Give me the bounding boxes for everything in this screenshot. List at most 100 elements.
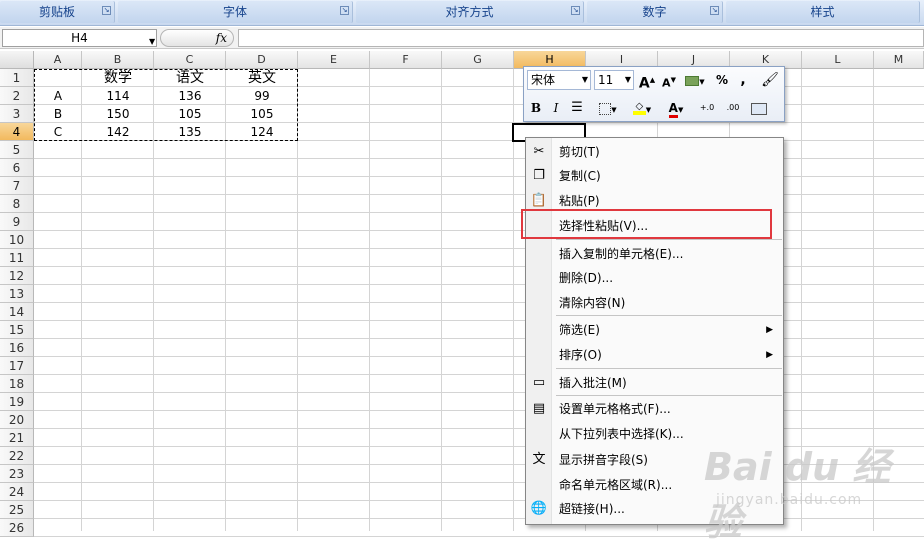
row-header-13[interactable]: 13 <box>0 285 34 303</box>
row-header-6[interactable]: 6 <box>0 159 34 177</box>
row-header-14[interactable]: 14 <box>0 303 34 321</box>
decrease-decimal-button[interactable]: .00 <box>722 98 744 118</box>
ribbon-group-label: 数字 <box>642 5 667 19</box>
ribbon-group-clipboard[interactable]: 剪贴板 ↘ <box>0 1 115 23</box>
row-header-7[interactable]: 7 <box>0 177 34 195</box>
row-header-2[interactable]: 2 <box>0 87 34 105</box>
dialog-launcher-icon[interactable]: ↘ <box>710 6 719 15</box>
ribbon-group-label: 对齐方式 <box>445 5 494 19</box>
gridline <box>369 69 370 531</box>
fill-color-button[interactable]: ◇ ▼ <box>628 98 656 118</box>
column-header-b[interactable]: B <box>82 51 154 69</box>
dialog-launcher-icon[interactable]: ↘ <box>102 6 111 15</box>
row-header-8[interactable]: 8 <box>0 195 34 213</box>
grow-font-button[interactable]: A▲ <box>638 70 656 92</box>
dialog-launcher-icon[interactable]: ↘ <box>571 6 580 15</box>
chevron-down-icon[interactable]: ▼ <box>149 34 155 50</box>
percent-button[interactable]: % <box>714 70 730 90</box>
row-header-16[interactable]: 16 <box>0 339 34 357</box>
column-header-e[interactable]: E <box>298 51 370 69</box>
column-header-a[interactable]: A <box>34 51 82 69</box>
gridline <box>34 410 924 411</box>
menu-item[interactable]: 清除内容(N) <box>526 291 783 315</box>
select-all-corner[interactable] <box>0 51 34 69</box>
row-header-24[interactable]: 24 <box>0 483 34 501</box>
row-header-22[interactable]: 22 <box>0 447 34 465</box>
column-header-c[interactable]: C <box>154 51 226 69</box>
gridline <box>34 374 924 375</box>
column-header-m[interactable]: M <box>874 51 924 69</box>
mini-toolbar: 宋体 ▼ 11 ▼ A▲ A▼ ▼ % , 🖌 B I ☰ ▼ ◇ ▼ A▼ +.… <box>523 66 785 122</box>
gridline <box>34 320 924 321</box>
ribbon-group-styles[interactable]: 样式 <box>726 1 920 23</box>
merge-center-button[interactable] <box>748 98 770 118</box>
row-header-4[interactable]: 4 <box>0 123 34 141</box>
row-header-19[interactable]: 19 <box>0 393 34 411</box>
row-header-17[interactable]: 17 <box>0 357 34 375</box>
row-header-15[interactable]: 15 <box>0 321 34 339</box>
name-box[interactable]: H4 ▼ <box>2 29 157 47</box>
menu-item-label: 显示拼音字段(S) <box>559 453 648 467</box>
column-header-d[interactable]: D <box>226 51 298 69</box>
insert-function-button[interactable]: fx <box>160 29 234 47</box>
grow-font-icon: A <box>638 75 650 92</box>
bold-button[interactable]: B <box>528 98 544 118</box>
column-header-g[interactable]: G <box>442 51 514 69</box>
increase-decimal-button[interactable]: +.0 <box>696 98 718 118</box>
gridline <box>34 212 924 213</box>
menu-item-label: 排序(O) <box>559 348 602 362</box>
menu-item[interactable]: ❐ 复制(C) <box>526 164 783 188</box>
row-header-20[interactable]: 20 <box>0 411 34 429</box>
row-header-3[interactable]: 3 <box>0 105 34 123</box>
menu-item[interactable]: ✂ 剪切(T) <box>526 140 783 164</box>
scissors-icon: ✂ <box>533 144 545 159</box>
row-header-5[interactable]: 5 <box>0 141 34 159</box>
menu-item[interactable]: ▭ 插入批注(M) <box>526 371 783 395</box>
accounting-format-button[interactable]: ▼ <box>682 70 708 90</box>
borders-icon <box>599 102 612 115</box>
row-header-1[interactable]: 1 <box>0 69 34 87</box>
row-header-9[interactable]: 9 <box>0 213 34 231</box>
menu-separator <box>556 239 782 240</box>
shrink-font-button[interactable]: A▼ <box>660 70 678 90</box>
menu-item[interactable]: 删除(D)... <box>526 266 783 290</box>
column-header-f[interactable]: F <box>370 51 442 69</box>
italic-button[interactable]: I <box>548 98 564 118</box>
row-header-11[interactable]: 11 <box>0 249 34 267</box>
font-size-dropdown[interactable]: 11 ▼ <box>594 70 634 90</box>
row-header-10[interactable]: 10 <box>0 231 34 249</box>
font-color-button[interactable]: A▼ <box>662 98 690 118</box>
name-box-value: H4 <box>71 31 88 45</box>
menu-item[interactable]: 排序(O) ▶ <box>526 343 783 367</box>
menu-item-label: 剪切(T) <box>559 145 600 159</box>
comma-button[interactable]: , <box>736 70 750 90</box>
dialog-launcher-icon[interactable]: ↘ <box>340 6 349 15</box>
menu-item[interactable]: 插入复制的单元格(E)... <box>526 242 783 266</box>
ribbon-group-font[interactable]: 字体 ↘ <box>118 1 353 23</box>
font-color-icon: A <box>668 102 678 118</box>
row-header-26[interactable]: 26 <box>0 519 34 537</box>
watermark-url: jingyan.baidu.com <box>716 492 863 508</box>
merge-center-icon <box>751 102 767 115</box>
formula-input[interactable] <box>238 29 924 47</box>
row-header-25[interactable]: 25 <box>0 501 34 519</box>
borders-button[interactable]: ▼ <box>594 98 622 118</box>
ribbon-group-number[interactable]: 数字 ↘ <box>587 1 723 23</box>
center-align-button[interactable]: ☰ <box>568 98 586 118</box>
menu-item[interactable]: 筛选(E) ▶ <box>526 318 783 342</box>
row-header-23[interactable]: 23 <box>0 465 34 483</box>
row-header-18[interactable]: 18 <box>0 375 34 393</box>
bold-icon: B <box>530 101 542 115</box>
row-header-12[interactable]: 12 <box>0 267 34 285</box>
format-painter-button[interactable]: 🖌 <box>760 70 780 90</box>
row-header-21[interactable]: 21 <box>0 429 34 447</box>
font-name-dropdown[interactable]: 宋体 ▼ <box>527 70 591 90</box>
formula-bar: H4 ▼ fx <box>0 27 924 49</box>
menu-item[interactable]: ▤ 设置单元格格式(F)... <box>526 397 783 421</box>
ribbon-group-alignment[interactable]: 对齐方式 ↘ <box>356 1 584 23</box>
column-header-l[interactable]: L <box>802 51 874 69</box>
gridline <box>34 248 924 249</box>
baidu-logo: Bai du 经验 <box>704 445 891 544</box>
currency-icon <box>685 75 700 86</box>
gridline <box>34 158 924 159</box>
